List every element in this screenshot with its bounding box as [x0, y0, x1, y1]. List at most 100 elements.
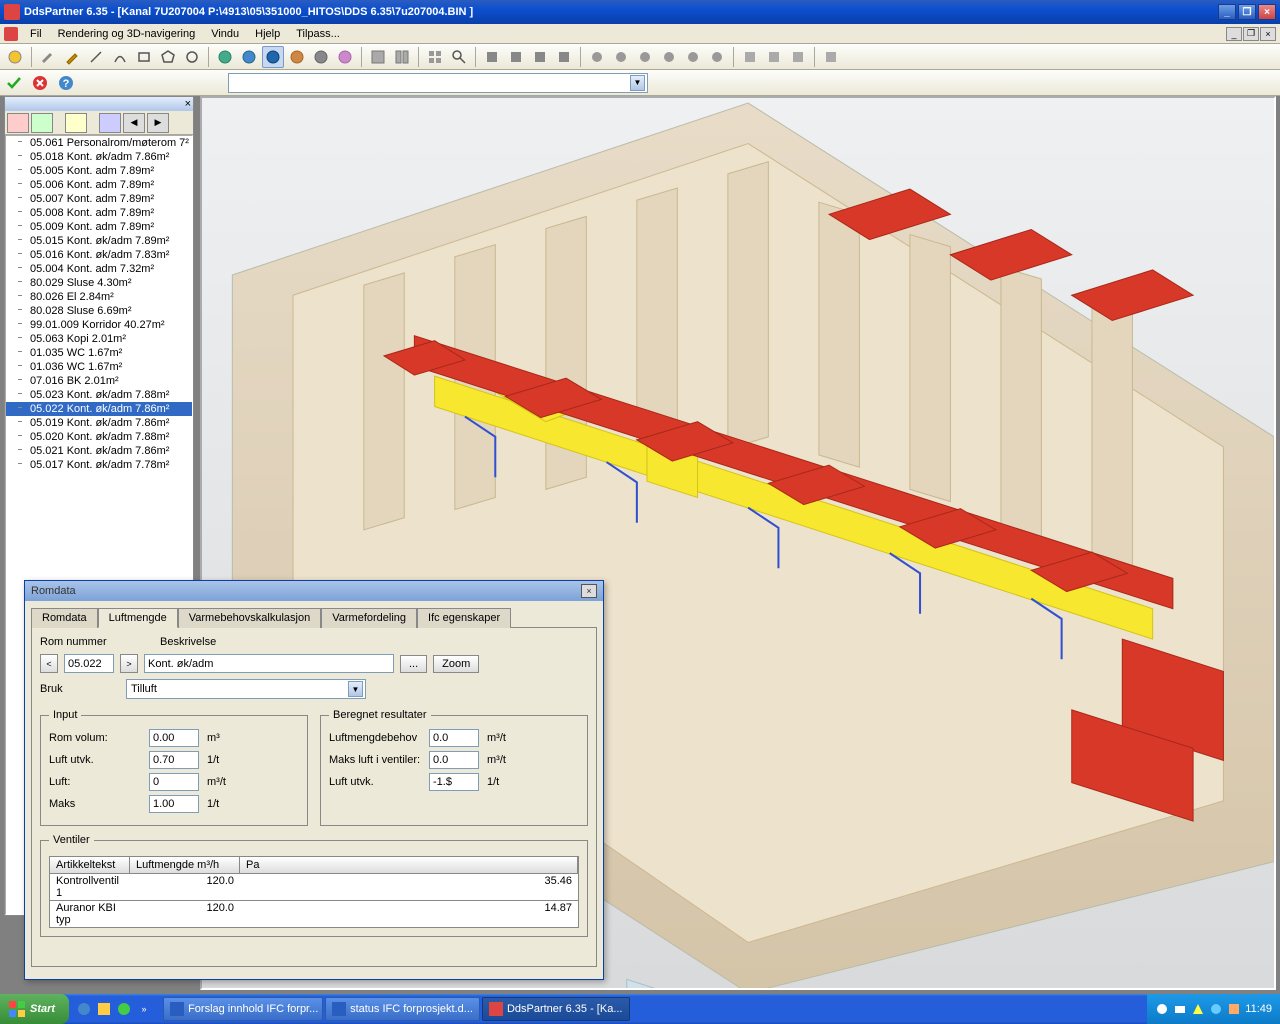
tree-item[interactable]: 05.008 Kont. adm 7.89m²: [6, 206, 192, 220]
col-luftmengde[interactable]: Luftmengde m³/h: [130, 857, 240, 873]
sp-btn2[interactable]: [31, 113, 53, 133]
tray-icon-1[interactable]: [1155, 1002, 1169, 1016]
menu-vindu[interactable]: Vindu: [203, 26, 247, 42]
menu-hjelp[interactable]: Hjelp: [247, 26, 288, 42]
sp-btn1[interactable]: [7, 113, 29, 133]
ql-icon-2[interactable]: [95, 999, 113, 1019]
tool-i-icon[interactable]: [682, 46, 704, 68]
ql-chevron-icon[interactable]: »: [135, 999, 153, 1019]
sp-nav-right-icon[interactable]: ▶: [147, 113, 169, 133]
tool-b-icon[interactable]: [505, 46, 527, 68]
tool-sphere2-icon[interactable]: nav: [238, 46, 260, 68]
tool-k-icon[interactable]: [739, 46, 761, 68]
tool-j-icon[interactable]: [706, 46, 728, 68]
tool-a-icon[interactable]: [481, 46, 503, 68]
side-panel-close-icon[interactable]: ×: [185, 98, 191, 110]
tool-view1-icon[interactable]: [367, 46, 389, 68]
romdata-titlebar[interactable]: Romdata ×: [25, 581, 603, 601]
tab-varmefordeling[interactable]: Varmefordeling: [321, 608, 417, 628]
cancel-icon[interactable]: [30, 73, 50, 93]
col-pa[interactable]: Pa: [240, 857, 578, 873]
tray-icon-5[interactable]: [1227, 1002, 1241, 1016]
tree-item[interactable]: 05.061 Personalrom/møterom 7²: [6, 136, 192, 150]
tool-sphere6-icon[interactable]: [334, 46, 356, 68]
tool-l-icon[interactable]: [763, 46, 785, 68]
tool-e-icon[interactable]: [586, 46, 608, 68]
tool-view2-icon[interactable]: [391, 46, 413, 68]
rom-nummer-input[interactable]: [64, 654, 114, 673]
tree-item[interactable]: 05.017 Kont. øk/adm 7.78m²: [6, 458, 192, 472]
tree-item[interactable]: 05.022 Kont. øk/adm 7.86m²: [6, 402, 192, 416]
tool-circle-icon[interactable]: [181, 46, 203, 68]
tree-item[interactable]: 05.015 Kont. øk/adm 7.89m²: [6, 234, 192, 248]
mdi-close[interactable]: ×: [1260, 27, 1276, 41]
tool-h-icon[interactable]: [658, 46, 680, 68]
tab-romdata[interactable]: Romdata: [31, 608, 98, 628]
tree-item[interactable]: 05.021 Kont. øk/adm 7.86m²: [6, 444, 192, 458]
tree-item[interactable]: 05.016 Kont. øk/adm 7.83m²: [6, 248, 192, 262]
tool-arc-icon[interactable]: [109, 46, 131, 68]
tree-item[interactable]: 05.006 Kont. adm 7.89m²: [6, 178, 192, 192]
system-tray[interactable]: 11:49: [1147, 994, 1280, 1024]
sp-nav-left-icon[interactable]: ◀: [123, 113, 145, 133]
tool-grid-icon[interactable]: [424, 46, 446, 68]
task-button[interactable]: DdsPartner 6.35 - [Ka...: [482, 997, 630, 1021]
tree-item[interactable]: 05.019 Kont. øk/adm 7.86m²: [6, 416, 192, 430]
tree-item[interactable]: 05.007 Kont. adm 7.89m²: [6, 192, 192, 206]
tool-sphere1-icon[interactable]: [214, 46, 236, 68]
tool-d-icon[interactable]: [553, 46, 575, 68]
tool-ball-icon[interactable]: [4, 46, 26, 68]
tray-icon-4[interactable]: [1209, 1002, 1223, 1016]
tool-zoom-icon[interactable]: [448, 46, 470, 68]
tree-item[interactable]: 01.035 WC 1.67m²: [6, 346, 192, 360]
tree-item[interactable]: 80.026 El 2.84m²: [6, 290, 192, 304]
zoom-button[interactable]: Zoom: [433, 655, 479, 673]
tab-ifc-egenskaper[interactable]: Ifc egenskaper: [417, 608, 511, 628]
tool-poly-icon[interactable]: [157, 46, 179, 68]
tool-edit-icon[interactable]: [37, 46, 59, 68]
col-artikkel[interactable]: Artikkeltekst: [50, 857, 130, 873]
tray-icon-3[interactable]: [1191, 1002, 1205, 1016]
tab-luftmengde[interactable]: Luftmengde: [98, 608, 178, 628]
maximize-button[interactable]: ❐: [1238, 4, 1256, 20]
close-button[interactable]: ×: [1258, 4, 1276, 20]
tree-item[interactable]: 05.020 Kont. øk/adm 7.88m²: [6, 430, 192, 444]
tray-icon-2[interactable]: [1173, 1002, 1187, 1016]
tree-item[interactable]: 05.009 Kont. adm 7.89m²: [6, 220, 192, 234]
tool-pencil-icon[interactable]: [61, 46, 83, 68]
tool-n-icon[interactable]: [820, 46, 842, 68]
tree-item[interactable]: 05.063 Kopi 2.01m²: [6, 332, 192, 346]
tool-m-icon[interactable]: [787, 46, 809, 68]
combo-dropdown-icon[interactable]: ▼: [630, 75, 645, 91]
maks-input[interactable]: [149, 795, 199, 813]
luft-input[interactable]: [149, 773, 199, 791]
bruk-select[interactable]: Tilluft ▼: [126, 679, 366, 699]
tree-item[interactable]: 07.016 BK 2.01m²: [6, 374, 192, 388]
menu-rendering-og-d-navigering[interactable]: Rendering og 3D-navigering: [50, 26, 204, 42]
tool-line-icon[interactable]: [85, 46, 107, 68]
rom-volum-input[interactable]: [149, 729, 199, 747]
mdi-minimize[interactable]: _: [1226, 27, 1242, 41]
ql-icon-1[interactable]: [75, 999, 93, 1019]
sp-btn4[interactable]: [99, 113, 121, 133]
prev-room-button[interactable]: <: [40, 654, 58, 673]
menu-tilpass-[interactable]: Tilpass...: [288, 26, 348, 42]
minimize-button[interactable]: _: [1218, 4, 1236, 20]
ql-icon-3[interactable]: [115, 999, 133, 1019]
next-room-button[interactable]: >: [120, 654, 138, 673]
ventiler-row[interactable]: Kontrollventil 1120.035.46: [49, 874, 579, 901]
tab-varmebehovskalkulasjon[interactable]: Varmebehovskalkulasjon: [178, 608, 321, 628]
mdi-restore[interactable]: ❐: [1243, 27, 1259, 41]
tool-f-icon[interactable]: [610, 46, 632, 68]
start-button[interactable]: Start: [0, 994, 69, 1024]
tree-item[interactable]: 05.018 Kont. øk/adm 7.86m²: [6, 150, 192, 164]
task-button[interactable]: status IFC forprosjekt.d...: [325, 997, 480, 1021]
tree-item[interactable]: 05.023 Kont. øk/adm 7.88m²: [6, 388, 192, 402]
tree-item[interactable]: 05.005 Kont. adm 7.89m²: [6, 164, 192, 178]
tool-c-icon[interactable]: [529, 46, 551, 68]
luft-utvk-input[interactable]: [149, 751, 199, 769]
bruk-dropdown-icon[interactable]: ▼: [348, 681, 363, 697]
ventiler-row[interactable]: Auranor KBI typ120.014.87: [49, 901, 579, 928]
romdata-close-icon[interactable]: ×: [581, 584, 597, 598]
task-button[interactable]: Forslag innhold IFC forpr...: [163, 997, 323, 1021]
